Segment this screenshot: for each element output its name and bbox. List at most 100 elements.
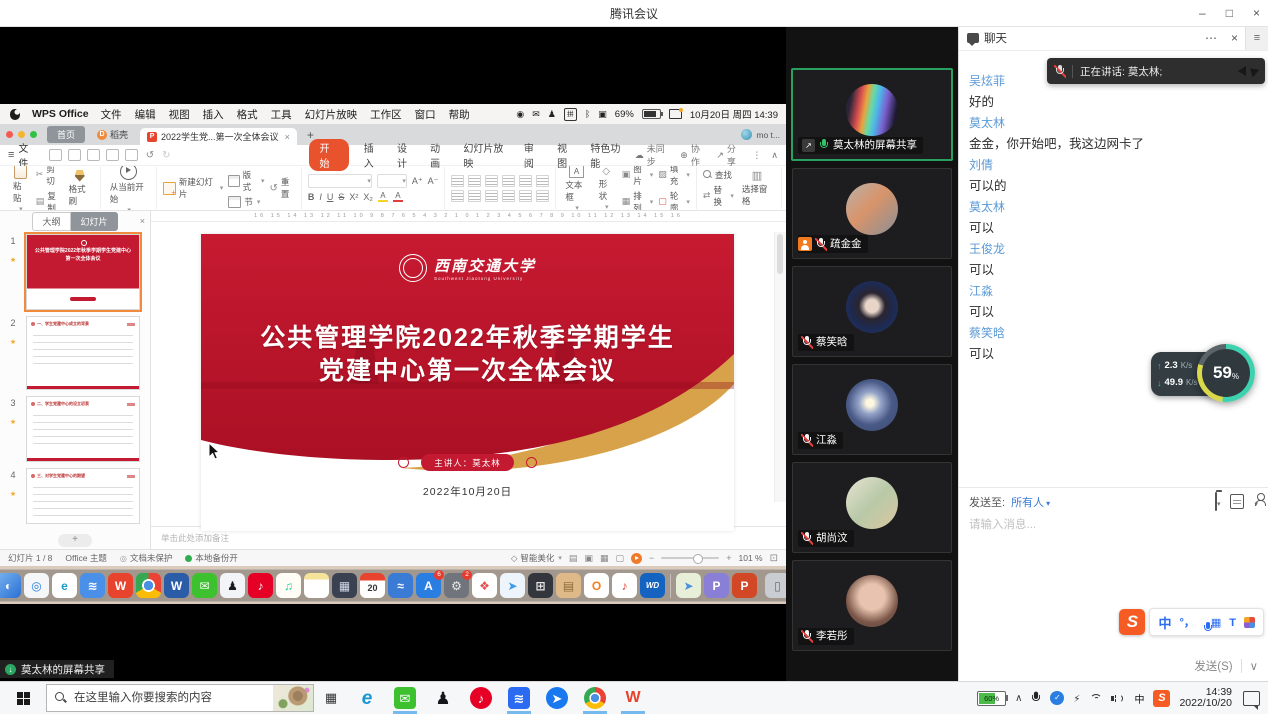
arrange-button[interactable]: 排列: [622, 190, 654, 212]
mac-menu-item[interactable]: 格式: [237, 107, 258, 122]
close-button[interactable]: ×: [1253, 6, 1260, 20]
screen-share-indicator[interactable]: ↓ 莫太林的屏幕共享: [0, 660, 114, 678]
wechat-status-icon[interactable]: [532, 109, 540, 120]
taskbar-app-icon[interactable]: ➤: [538, 682, 576, 714]
dock-icon[interactable]: e: [52, 573, 77, 598]
menubar-clock[interactable]: 10月20日 周四 14:39: [690, 107, 778, 121]
start-button[interactable]: [0, 682, 46, 714]
dock-icon[interactable]: W: [164, 573, 189, 598]
subscript-button[interactable]: X₂: [363, 192, 373, 202]
strikethrough-button[interactable]: S: [338, 192, 344, 202]
mac-menu-item[interactable]: 工作区: [370, 107, 402, 122]
taskbar-app-icon[interactable]: ♟: [424, 682, 462, 714]
battery-tray-icon[interactable]: 60%: [977, 691, 1006, 706]
slide[interactable]: 西南交通大学 Southwest Jiaotong University 公共管…: [201, 234, 734, 531]
taskbar-app-icon[interactable]: ✉: [386, 682, 424, 714]
security-shield-icon[interactable]: [1050, 691, 1064, 705]
shapes-button[interactable]: 形状: [596, 166, 617, 211]
dock-icon[interactable]: ✉: [192, 573, 217, 598]
bluetooth-icon[interactable]: [585, 109, 590, 119]
dock-icon[interactable]: [304, 573, 329, 598]
taskbar-app-icon[interactable]: [576, 682, 614, 714]
participant-tile[interactable]: 江淼: [792, 364, 952, 455]
protect-status[interactable]: 文档未保护: [120, 552, 173, 564]
beautify-button[interactable]: 智能美化: [511, 552, 562, 564]
taskbar-search[interactable]: [46, 684, 314, 712]
view-slide-sorter-icon[interactable]: ▣: [584, 553, 593, 564]
search-highlight-image[interactable]: [273, 685, 313, 711]
display-status-icon[interactable]: [669, 109, 682, 119]
redo-icon[interactable]: [162, 150, 170, 161]
selection-pane-button[interactable]: 选择窗格: [739, 169, 775, 207]
dock-icon[interactable]: ▤: [556, 573, 581, 598]
wps-tab-document[interactable]: P 2022学生党...第一次全体会议 ×: [140, 128, 297, 145]
taskbar-app-icon[interactable]: ≋: [500, 682, 538, 714]
backup-status[interactable]: 本地备份开: [185, 552, 238, 564]
copy-button[interactable]: 复制: [36, 190, 61, 212]
panel-close-icon[interactable]: ×: [140, 216, 145, 226]
tab-outline[interactable]: 大纲: [32, 212, 70, 231]
sogou-tray-icon[interactable]: S: [1153, 690, 1170, 707]
view-normal-icon[interactable]: ▤: [569, 553, 578, 564]
message-sender[interactable]: 莫太林: [969, 113, 1258, 134]
textbox-button[interactable]: A文本框: [562, 166, 590, 211]
ime-toolbox-icon[interactable]: [1244, 617, 1255, 628]
share-button[interactable]: 分享: [716, 142, 742, 168]
file-attach-button[interactable]: ▾: [1215, 493, 1221, 511]
add-slide-button[interactable]: +: [58, 534, 92, 547]
font-family-select[interactable]: [308, 174, 372, 188]
menubar-app-name[interactable]: WPS Office: [32, 108, 89, 120]
ime-skin-icon[interactable]: [1229, 613, 1236, 631]
zoom-out-button[interactable]: −: [649, 553, 654, 563]
slide-thumbnail[interactable]: 1 公共管理学院2022年秋季学期学生党建中心第一次全体会议: [0, 234, 150, 310]
mac-menu-item[interactable]: 幻灯片放映: [305, 107, 358, 122]
participant-tile[interactable]: 疏金金: [792, 168, 952, 259]
tab-slides[interactable]: 幻灯片: [71, 212, 118, 231]
screen-mirror-icon[interactable]: [598, 109, 607, 120]
zoom-slider[interactable]: [661, 557, 719, 559]
dock-icon[interactable]: [670, 574, 671, 598]
ime-punctuation-toggle[interactable]: °，: [1179, 614, 1194, 630]
view-grid-icon[interactable]: ▦: [600, 553, 609, 564]
dock-icon[interactable]: P: [732, 573, 757, 598]
record-status-icon[interactable]: [516, 109, 524, 120]
slide-thumbnail[interactable]: 4 三、对学生党建中心的期望: [0, 468, 150, 524]
dock-icon[interactable]: ♪: [612, 573, 637, 598]
picture-button[interactable]: 图片: [622, 166, 654, 187]
wps-tab-docer[interactable]: D稻壳: [91, 126, 134, 143]
mac-menu-item[interactable]: 工具: [271, 107, 292, 122]
mac-menu-item[interactable]: 帮助: [449, 107, 470, 122]
wps-tab-home[interactable]: 首页: [47, 126, 85, 143]
reset-button[interactable]: 重置: [270, 176, 295, 200]
qq-status-icon[interactable]: [548, 109, 556, 120]
message-sender[interactable]: 蔡笑晗: [969, 323, 1258, 344]
mac-menu-item[interactable]: 插入: [203, 107, 224, 122]
taskbar-app-icon[interactable]: W: [614, 682, 652, 714]
dock-icon[interactable]: ▦: [332, 573, 357, 598]
underline-button[interactable]: U: [327, 192, 334, 202]
theme-name[interactable]: Office 主题: [65, 552, 106, 564]
minimize-button[interactable]: –: [1199, 6, 1206, 20]
ime-keyboard-icon[interactable]: [1211, 613, 1221, 631]
find-button[interactable]: 查找: [703, 169, 734, 181]
screenshot-icon[interactable]: [1230, 494, 1244, 509]
wps-account[interactable]: mo t...: [741, 129, 780, 140]
collaborate-button[interactable]: 协作: [680, 142, 706, 168]
sync-status[interactable]: 未同步: [635, 142, 671, 168]
message-sender[interactable]: 王俊龙: [969, 239, 1258, 260]
dock-icon[interactable]: P: [704, 573, 729, 598]
mac-menu-item[interactable]: 文件: [101, 107, 122, 122]
dock-icon[interactable]: ⚙ 2: [444, 573, 469, 598]
participant-tile[interactable]: 蔡笑晗: [792, 266, 952, 357]
outline-button[interactable]: 轮廓: [658, 190, 690, 212]
format-painter-button[interactable]: 格式刷: [66, 170, 94, 207]
quick-access-icons[interactable]: [49, 149, 138, 161]
slide-thumbnail[interactable]: 3 二、学生党建中心的设立初衷: [0, 396, 150, 462]
mac-traffic-lights[interactable]: [6, 131, 37, 138]
dock-icon[interactable]: O: [584, 573, 609, 598]
replace-button[interactable]: 替换: [703, 184, 734, 208]
dock-icon[interactable]: ➤: [500, 573, 525, 598]
dock-icon[interactable]: W: [108, 573, 133, 598]
section-button[interactable]: 节: [228, 196, 264, 208]
slide-scrollbar[interactable]: [774, 232, 786, 502]
